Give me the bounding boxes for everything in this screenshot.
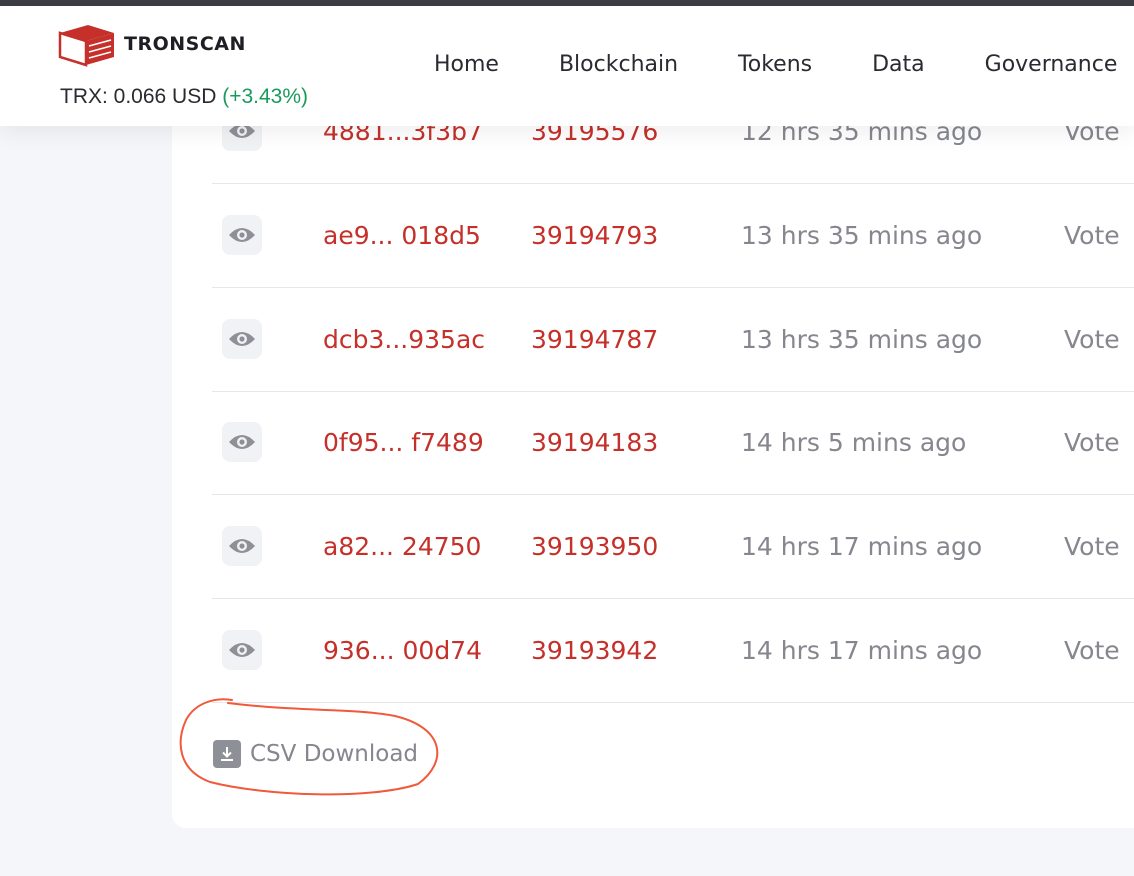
view-details-button[interactable] bbox=[222, 215, 262, 255]
transaction-age: 14 hrs 17 mins ago bbox=[741, 636, 983, 665]
table-row: 936... 00d74 39193942 14 hrs 17 mins ago… bbox=[212, 599, 1134, 703]
eye-icon bbox=[229, 643, 255, 657]
block-number-link[interactable]: 39194787 bbox=[531, 288, 658, 391]
transaction-type: Vote bbox=[1064, 636, 1120, 665]
transaction-hash-link[interactable]: 936... 00d74 bbox=[323, 599, 482, 702]
block-number-link[interactable]: 39193942 bbox=[531, 599, 658, 702]
transaction-age: 14 hrs 17 mins ago bbox=[741, 532, 983, 561]
view-details-button[interactable] bbox=[222, 526, 262, 566]
table-row: dcb3...935ac 39194787 13 hrs 35 mins ago… bbox=[212, 288, 1134, 392]
block-number-link[interactable]: 39194183 bbox=[531, 391, 658, 494]
eye-icon bbox=[229, 435, 255, 449]
block-number-link[interactable]: 39193950 bbox=[531, 495, 658, 598]
transaction-hash-link[interactable]: ae9... 018d5 bbox=[323, 184, 481, 287]
transaction-age: 14 hrs 5 mins ago bbox=[741, 428, 967, 457]
eye-icon bbox=[229, 228, 255, 242]
csv-download-label: CSV Download bbox=[250, 741, 419, 767]
table-row: 0f95... f7489 39194183 14 hrs 5 mins ago… bbox=[212, 391, 1134, 495]
csv-download-button[interactable]: CSV Download bbox=[213, 740, 418, 768]
trx-price: TRX: 0.066 USD (+3.43%) bbox=[60, 85, 308, 109]
transactions-card: 4881...3f3b7 39195576 12 hrs 35 mins ago… bbox=[172, 80, 1134, 828]
transaction-type: Vote bbox=[1064, 428, 1120, 457]
transaction-hash-link[interactable]: dcb3...935ac bbox=[323, 288, 485, 391]
transaction-type: Vote bbox=[1064, 532, 1120, 561]
site-header: TRONSCAN TRX: 0.066 USD (+3.43%) Home Bl… bbox=[0, 6, 1134, 126]
nav-item-data[interactable]: Data bbox=[872, 52, 925, 77]
tronscan-logo[interactable]: TRONSCAN bbox=[58, 21, 246, 67]
transaction-hash-link[interactable]: 0f95... f7489 bbox=[323, 391, 484, 494]
transaction-age: 13 hrs 35 mins ago bbox=[741, 221, 983, 250]
nav-item-tokens[interactable]: Tokens bbox=[738, 52, 812, 77]
table-row: ae9... 018d5 39194793 13 hrs 35 mins ago… bbox=[212, 184, 1134, 288]
transaction-type: Vote bbox=[1064, 221, 1120, 250]
download-icon bbox=[213, 740, 241, 768]
tronscan-logo-icon bbox=[58, 25, 114, 67]
eye-icon bbox=[229, 539, 255, 553]
main-nav: Home Blockchain Tokens Data Governance bbox=[434, 52, 1134, 77]
eye-icon bbox=[229, 332, 255, 346]
logo-text: TRONSCAN bbox=[124, 33, 246, 55]
view-details-button[interactable] bbox=[222, 630, 262, 670]
nav-item-blockchain[interactable]: Blockchain bbox=[559, 52, 678, 77]
view-details-button[interactable] bbox=[222, 422, 262, 462]
transaction-type: Vote bbox=[1064, 325, 1120, 354]
trx-price-change: (+3.43%) bbox=[222, 85, 309, 108]
block-number-link[interactable]: 39194793 bbox=[531, 184, 658, 287]
trx-price-label: TRX: 0.066 USD bbox=[60, 85, 223, 108]
nav-item-home[interactable]: Home bbox=[434, 52, 499, 77]
table-row: a82... 24750 39193950 14 hrs 17 mins ago… bbox=[212, 495, 1134, 599]
view-details-button[interactable] bbox=[222, 319, 262, 359]
transaction-age: 13 hrs 35 mins ago bbox=[741, 325, 983, 354]
nav-item-governance[interactable]: Governance bbox=[985, 52, 1118, 77]
transaction-hash-link[interactable]: a82... 24750 bbox=[323, 495, 481, 598]
